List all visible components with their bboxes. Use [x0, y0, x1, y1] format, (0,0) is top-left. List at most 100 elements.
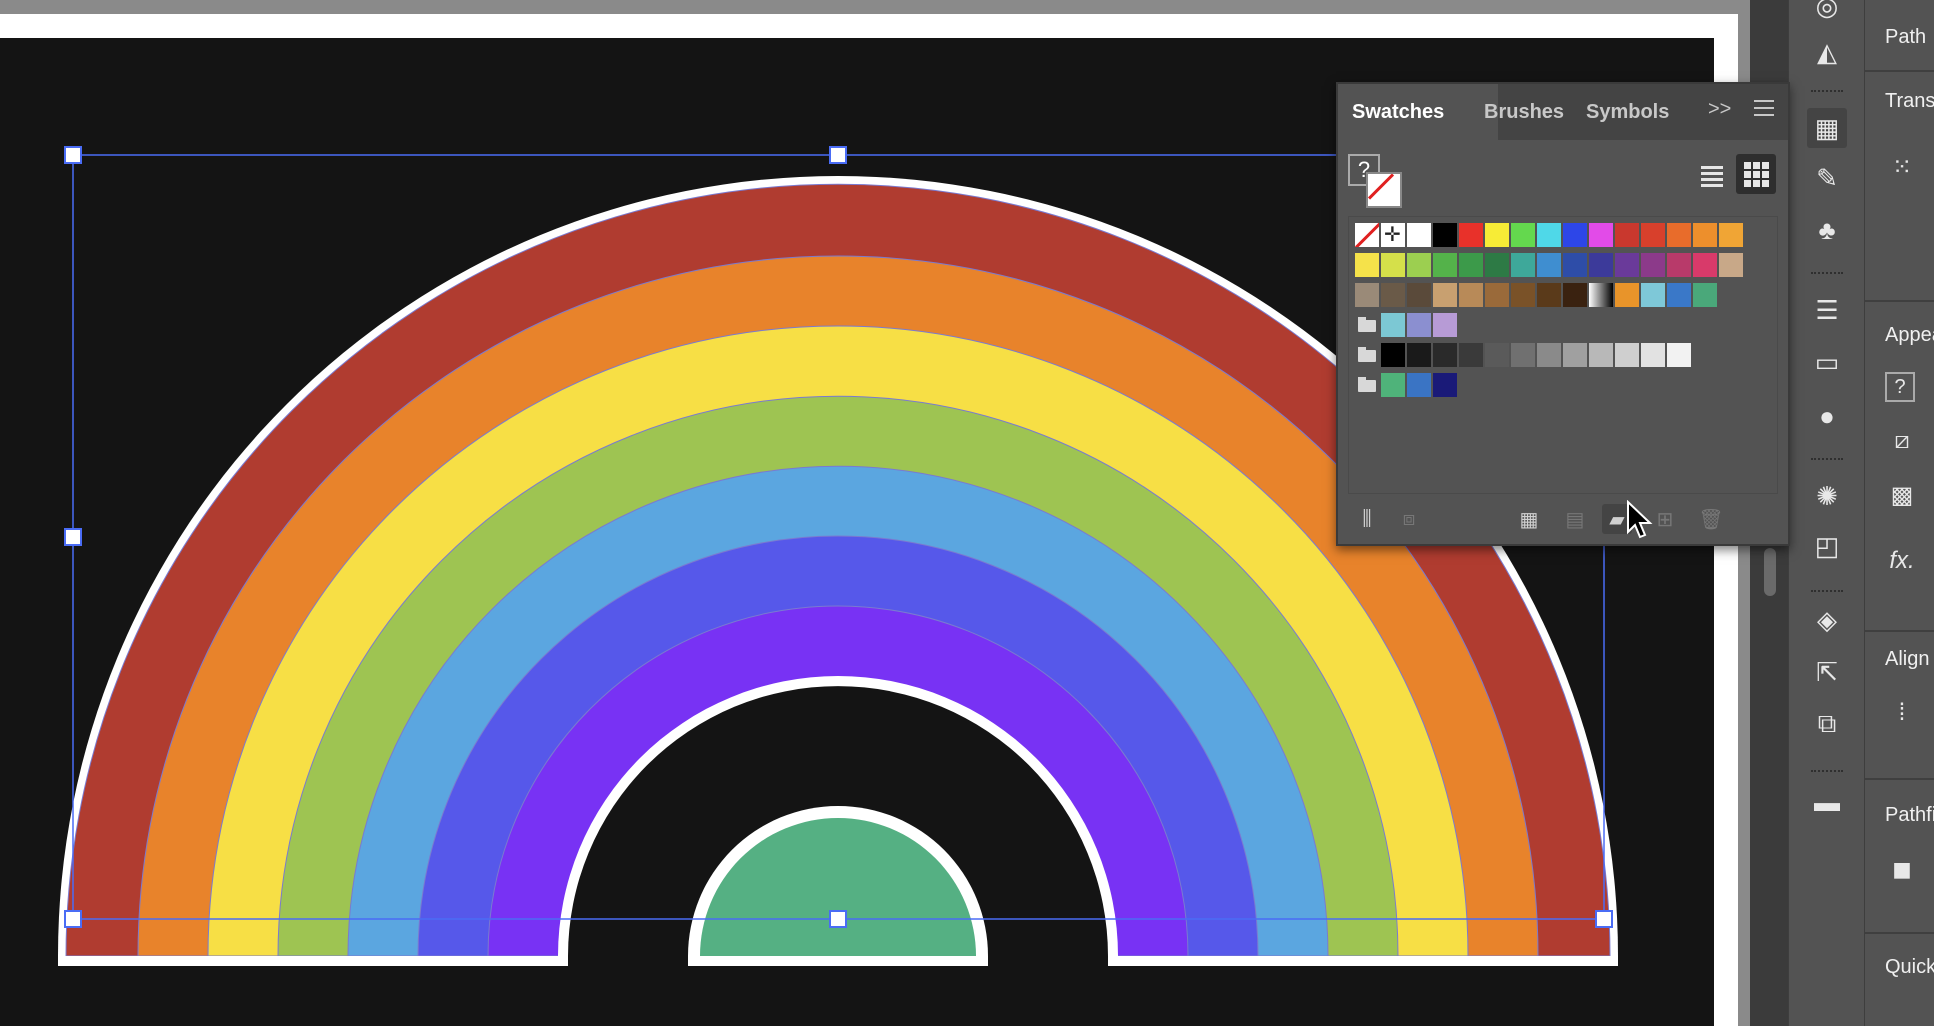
- delete-swatch-icon[interactable]: 🗑: [1696, 504, 1726, 534]
- color-swatch[interactable]: [1407, 253, 1431, 277]
- color-swatch[interactable]: [1511, 283, 1535, 307]
- color-swatch[interactable]: [1355, 253, 1379, 277]
- color-swatch[interactable]: [1537, 283, 1561, 307]
- stroke-swatch-none[interactable]: [1366, 172, 1402, 208]
- comment-icon[interactable]: ▬: [1807, 782, 1847, 822]
- pathfinder-icon[interactable]: ⧉: [1807, 704, 1847, 744]
- color-swatch[interactable]: [1615, 223, 1639, 247]
- fill-color-box[interactable]: ?: [1885, 372, 1915, 402]
- tab-symbols[interactable]: Symbols: [1572, 84, 1683, 140]
- color-swatch[interactable]: [1433, 223, 1457, 247]
- swatch-none[interactable]: [1355, 223, 1379, 247]
- color-swatch[interactable]: [1459, 283, 1483, 307]
- color-swatch[interactable]: [1615, 343, 1639, 367]
- color-swatch[interactable]: [1641, 223, 1665, 247]
- color-swatch[interactable]: [1667, 343, 1691, 367]
- export-icon[interactable]: ⇱: [1807, 652, 1847, 692]
- color-swatch[interactable]: [1563, 253, 1587, 277]
- color-swatch[interactable]: [1381, 253, 1405, 277]
- resize-handle-bottom-center[interactable]: [829, 910, 847, 928]
- color-swatch[interactable]: [1667, 223, 1691, 247]
- fx-icon[interactable]: fx.: [1885, 544, 1919, 578]
- color-swatch[interactable]: [1355, 283, 1379, 307]
- thumbnail-view-icon[interactable]: [1736, 154, 1776, 194]
- color-swatch[interactable]: [1381, 343, 1405, 367]
- color-swatch[interactable]: [1667, 283, 1691, 307]
- color-swatch[interactable]: [1485, 253, 1509, 277]
- show-swatch-kinds-icon[interactable]: ▦: [1514, 504, 1544, 534]
- opacity-icon[interactable]: ▩: [1885, 478, 1919, 512]
- color-swatch[interactable]: [1537, 253, 1561, 277]
- swatch-registration[interactable]: [1381, 222, 1405, 247]
- color-swatch[interactable]: [1459, 223, 1483, 247]
- gradient-icon[interactable]: ▭: [1807, 342, 1847, 382]
- color-swatch[interactable]: [1719, 223, 1743, 247]
- swatches-grid-icon[interactable]: ▦: [1807, 108, 1847, 148]
- color-swatch[interactable]: [1407, 343, 1431, 367]
- color-swatch[interactable]: [1511, 223, 1535, 247]
- dock-grip[interactable]: [1811, 770, 1843, 778]
- stroke-lines-icon[interactable]: ☰: [1807, 290, 1847, 330]
- color-swatch[interactable]: [1693, 283, 1717, 307]
- resize-handle-bottom-left[interactable]: [64, 910, 82, 928]
- color-swatch[interactable]: [1537, 343, 1561, 367]
- dock-grip[interactable]: [1811, 458, 1843, 466]
- transform-icon[interactable]: ◰: [1807, 526, 1847, 566]
- color-swatch[interactable]: [1719, 253, 1743, 277]
- resize-handle-middle-left[interactable]: [64, 528, 82, 546]
- swatch-gradient[interactable]: [1589, 283, 1613, 307]
- color-swatch[interactable]: [1433, 283, 1457, 307]
- color-swatch[interactable]: [1381, 313, 1405, 337]
- dock-grip[interactable]: [1811, 272, 1843, 280]
- scrollbar-thumb[interactable]: [1764, 548, 1776, 596]
- color-swatch[interactable]: [1667, 253, 1691, 277]
- color-swatch[interactable]: [1407, 373, 1431, 397]
- color-swatch[interactable]: [1511, 253, 1535, 277]
- color-group-folder-icon[interactable]: [1355, 343, 1379, 367]
- color-swatch[interactable]: [1563, 343, 1587, 367]
- tab-overflow-icon[interactable]: >>: [1708, 98, 1731, 121]
- tab-brushes[interactable]: Brushes: [1470, 84, 1578, 140]
- color-swatch[interactable]: [1407, 313, 1431, 337]
- gradient-wedge-icon[interactable]: ◭: [1807, 32, 1847, 72]
- transparency-icon[interactable]: ●: [1807, 396, 1847, 436]
- list-view-icon[interactable]: [1694, 158, 1730, 194]
- color-swatch[interactable]: [1485, 343, 1509, 367]
- fill-stroke-indicator[interactable]: ?: [1348, 154, 1408, 214]
- color-group-folder-icon[interactable]: [1355, 373, 1379, 397]
- color-swatch[interactable]: [1433, 253, 1457, 277]
- layers-icon[interactable]: ◈: [1807, 600, 1847, 640]
- color-swatch[interactable]: [1407, 223, 1431, 247]
- color-swatch[interactable]: [1433, 343, 1457, 367]
- color-swatch[interactable]: [1433, 313, 1457, 337]
- color-swatch[interactable]: [1693, 253, 1717, 277]
- swatch-libraries-icon[interactable]: ⫼: [1352, 504, 1382, 534]
- dock-grip[interactable]: [1811, 90, 1843, 98]
- color-swatch[interactable]: [1641, 253, 1665, 277]
- color-swatch[interactable]: [1563, 223, 1587, 247]
- color-swatch[interactable]: [1433, 373, 1457, 397]
- swatch-options-icon[interactable]: ▤: [1560, 504, 1590, 534]
- color-swatch[interactable]: [1615, 283, 1639, 307]
- color-group-folder-icon[interactable]: [1355, 313, 1379, 337]
- color-swatch[interactable]: [1459, 343, 1483, 367]
- resize-handle-bottom-right[interactable]: [1595, 910, 1613, 928]
- color-swatch[interactable]: [1693, 223, 1717, 247]
- color-swatch[interactable]: [1589, 253, 1613, 277]
- color-swatch[interactable]: [1641, 283, 1665, 307]
- align-selection-icon[interactable]: ⁞: [1885, 696, 1919, 730]
- resize-handle-top-center[interactable]: [829, 146, 847, 164]
- dock-grip[interactable]: [1811, 590, 1843, 598]
- color-swatch[interactable]: [1511, 343, 1535, 367]
- appearance-icon[interactable]: ✺: [1807, 476, 1847, 516]
- panel-menu-icon[interactable]: [1754, 100, 1774, 118]
- stroke-none-icon[interactable]: ⧄: [1885, 424, 1919, 458]
- globe-icon[interactable]: ◎: [1807, 0, 1847, 26]
- place-swatches-icon[interactable]: ⧈: [1394, 504, 1424, 534]
- color-swatch[interactable]: [1589, 343, 1613, 367]
- color-swatch[interactable]: [1641, 343, 1665, 367]
- club-symbol-icon[interactable]: ♣: [1807, 210, 1847, 250]
- swatches-panel[interactable]: Swatches Brushes Symbols >> ? ⫼ ⧈ ▦ ▤ ▰ …: [1336, 82, 1790, 546]
- reference-point-icon[interactable]: ⁙: [1885, 150, 1919, 184]
- color-swatch[interactable]: [1589, 223, 1613, 247]
